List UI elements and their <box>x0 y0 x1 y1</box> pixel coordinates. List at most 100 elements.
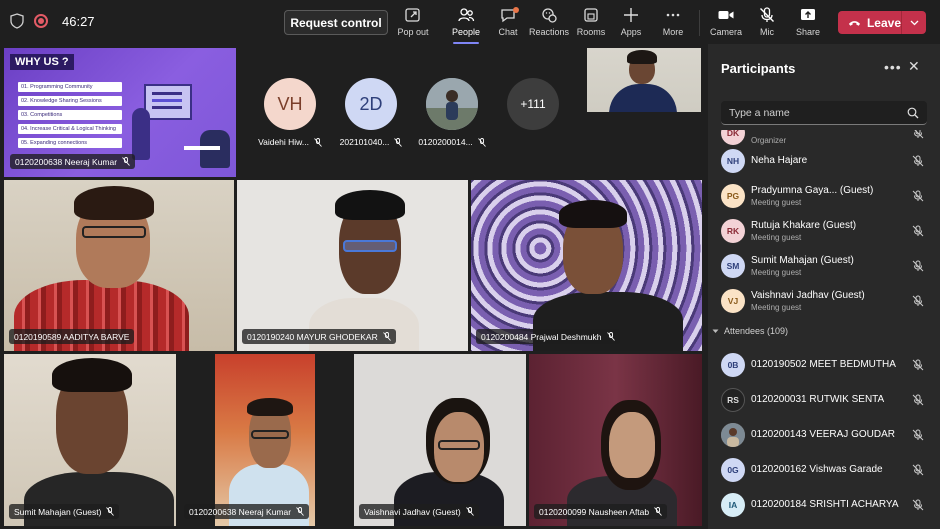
mic-off-icon <box>382 332 391 341</box>
participant-name: Vaishnavi Jadhav (Guest) <box>364 506 461 517</box>
camera-label: Camera <box>709 27 742 37</box>
video-person-body <box>609 84 677 112</box>
more-button[interactable]: More <box>651 6 695 40</box>
profile-photo <box>426 78 478 130</box>
rooms-label: Rooms <box>576 27 606 37</box>
participant-role: Meeting guest <box>751 268 802 277</box>
video-person-head <box>609 412 655 478</box>
participant-name: 0120200184 SRISHTI ACHARYA <box>751 499 899 510</box>
apps-icon <box>624 8 638 22</box>
leave-button[interactable]: Leave <box>838 11 902 34</box>
camera-button[interactable]: Camera <box>704 6 748 40</box>
shield-icon[interactable] <box>10 13 24 29</box>
mic-off-icon <box>296 507 304 516</box>
participant-video-tile[interactable]: 0120200484 Prajwal Deshmukh <box>471 180 702 351</box>
more-participants-tile[interactable]: +111 <box>493 78 573 130</box>
avatar: VH <box>264 78 316 130</box>
participant-name-tag: 0120200099 Nausheen Aftab <box>534 504 668 519</box>
participant-row[interactable]: 0G 0120200162 Vishwas Garade <box>708 453 940 487</box>
participant-name: Neha Hajare <box>751 155 808 166</box>
rooms-icon <box>584 8 598 22</box>
participant-row[interactable]: IA 0120200184 SRISHTI ACHARYA <box>708 488 940 522</box>
video-person-glasses <box>82 226 146 238</box>
leave-label: Leave <box>866 15 901 30</box>
participant-video-tile[interactable]: 0120190589 AADITYA BARVE <box>4 180 234 351</box>
participant-row[interactable]: NH Neha Hajare <box>708 144 940 178</box>
apps-label: Apps <box>620 27 642 37</box>
apps-button[interactable]: Apps <box>609 6 653 40</box>
participant-name: 202101040... <box>339 137 390 147</box>
attendees-section-header[interactable]: Attendees (109) <box>712 326 788 336</box>
participant-avatar-tile[interactable]: VH Vaidehi Hiw... <box>250 78 330 147</box>
search-icon[interactable] <box>907 107 919 119</box>
reactions-icon <box>542 8 557 23</box>
mic-off-icon <box>122 157 130 166</box>
share-button[interactable]: Share <box>786 6 830 40</box>
participant-video-tile[interactable]: Vaishnavi Jadhav (Guest) <box>354 354 526 526</box>
close-icon[interactable]: ✕ <box>908 58 920 75</box>
participant-search <box>721 101 927 125</box>
avatar: NH <box>721 149 745 173</box>
people-button[interactable]: People <box>444 6 488 44</box>
leave-options-button[interactable] <box>902 20 926 26</box>
avatar: SM <box>721 254 745 278</box>
chat-button[interactable]: Chat <box>486 6 530 40</box>
slide-list-item: 01. Programming Community <box>18 82 122 92</box>
participant-name: 0120200143 VEERAJ GOUDAR <box>751 429 895 440</box>
participant-row[interactable]: PG Pradyumna Gaya... (Guest) Meeting gue… <box>708 179 940 213</box>
participant-name: 0120200638 Neeraj Kumar <box>189 506 292 517</box>
participant-name-tag: 0120190589 AADITYA BARVE <box>9 329 135 344</box>
participant-row[interactable]: RK Rutuja Khakare (Guest) Meeting guest <box>708 214 940 248</box>
mic-off-icon <box>914 130 924 139</box>
request-control-button[interactable]: Request control <box>284 10 388 35</box>
participant-name-tag: 0120200014... <box>418 137 486 147</box>
participant-video-tile[interactable]: 0120200099 Nausheen Aftab <box>529 354 702 526</box>
more-icon <box>666 13 680 17</box>
mic-off-icon <box>912 499 924 511</box>
mic-label: Mic <box>760 27 774 37</box>
chevron-down-icon <box>712 329 719 333</box>
screen-share-tile[interactable]: WHY US ? 01. Programming Community 02. K… <box>4 48 236 177</box>
mic-button[interactable]: Mic <box>745 6 789 40</box>
participant-name: 0120200014... <box>418 137 473 147</box>
meeting-info: 46:27 <box>10 13 95 29</box>
profile-photo <box>721 423 745 447</box>
chevron-down-icon <box>910 20 918 25</box>
rooms-button[interactable]: Rooms <box>569 6 613 40</box>
video-person-hair <box>52 358 132 392</box>
mic-off-icon <box>912 359 924 371</box>
participant-name-tag: 202101040... <box>340 137 403 147</box>
more-options-icon[interactable]: ••• <box>884 59 902 75</box>
video-person-hair <box>74 186 154 220</box>
participant-avatar-tile[interactable]: 0120200014... <box>412 78 492 147</box>
slide-list-item: 05. Expanding connections <box>18 138 122 148</box>
avatar: VJ <box>721 289 745 313</box>
participant-row[interactable]: 0B 0120190502 MEET BEDMUTHA <box>708 348 940 382</box>
participant-row[interactable]: 0120200143 VEERAJ GOUDAR <box>708 418 940 452</box>
participant-video-tile[interactable]: 0120200638 Neeraj Kumar <box>179 354 351 526</box>
video-person-hair <box>627 50 657 64</box>
participant-avatar-tile[interactable]: 2D 202101040... <box>331 78 411 147</box>
more-participants-count: +111 <box>507 78 559 130</box>
slide-list-item: 03. Competitions <box>18 110 122 120</box>
participant-row[interactable]: SM Sumit Mahajan (Guest) Meeting guest <box>708 249 940 283</box>
participant-name-tag: Vaidehi Hiw... <box>258 137 322 147</box>
avatar: 0G <box>721 458 745 482</box>
avatar-photo <box>426 78 478 130</box>
self-video-preview[interactable] <box>587 48 701 112</box>
participant-row[interactable]: VJ Vaishnavi Jadhav (Guest) Meeting gues… <box>708 284 940 318</box>
participant-name: 0120200484 Prajwal Deshmukh <box>481 331 602 342</box>
reactions-button[interactable]: Reactions <box>527 6 571 40</box>
camera-icon <box>718 11 734 19</box>
participant-row[interactable]: RS 0120200031 RUTWIK SENTA <box>708 383 940 417</box>
participant-role: Meeting guest <box>751 303 802 312</box>
pop-out-button[interactable]: Pop out <box>391 6 435 40</box>
participant-name: 0120190502 MEET BEDMUTHA <box>751 359 896 370</box>
search-input[interactable] <box>729 106 899 119</box>
mic-off-icon <box>654 507 662 516</box>
participant-video-tile[interactable]: Sumit Mahajan (Guest) <box>4 354 176 526</box>
mic-off-icon <box>477 137 486 147</box>
mic-off-icon <box>912 429 924 441</box>
slide-title: WHY US ? <box>10 54 74 70</box>
participant-video-tile[interactable]: 0120190240 MAYUR GHODEKAR <box>237 180 468 351</box>
